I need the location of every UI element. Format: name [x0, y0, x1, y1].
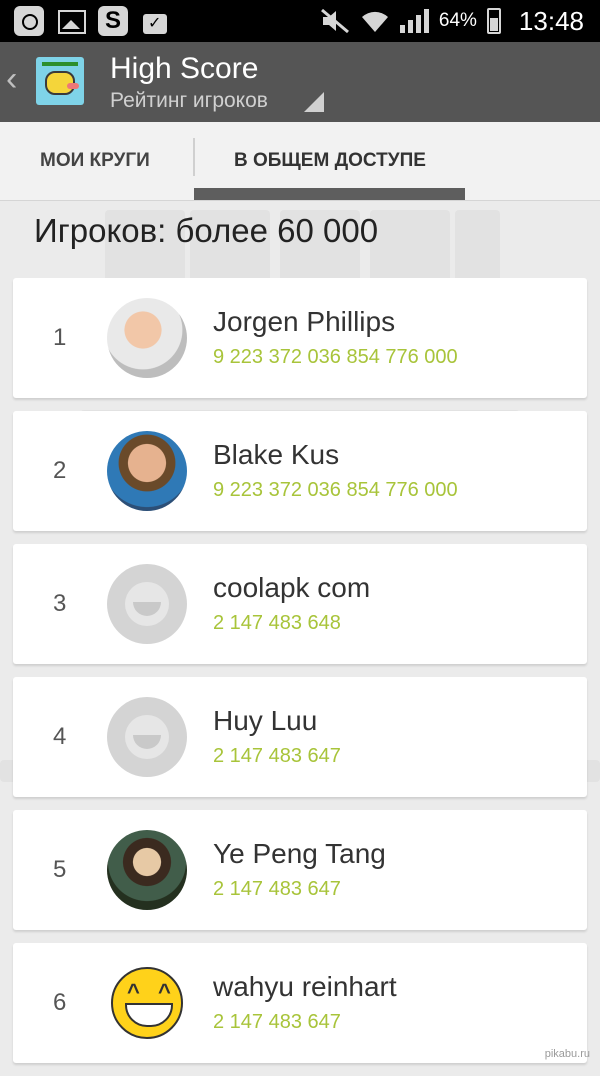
leaderboard-row[interactable]: 2 Blake Kus 9 223 372 036 854 776 000 [13, 411, 587, 531]
tab-divider [193, 138, 195, 176]
avatar[interactable] [107, 298, 187, 378]
rank-number: 4 [53, 723, 67, 750]
rank-number: 1 [53, 324, 67, 351]
leaderboard-row[interactable]: 5 Ye Peng Tang 2 147 483 647 [13, 810, 587, 930]
mute-icon [320, 8, 349, 34]
tab-my-circles[interactable]: МОИ КРУГИ [40, 122, 150, 200]
player-name: Jorgen Phillips [213, 306, 396, 337]
battery-icon [486, 8, 501, 34]
leaderboard-list: 1 Jorgen Phillips 9 223 372 036 854 776 … [13, 278, 587, 1076]
player-score: 2 147 483 647 [213, 878, 341, 900]
tab-selected-indicator [194, 188, 465, 200]
wifi-icon [361, 11, 388, 32]
leaderboard-row[interactable]: 1 Jorgen Phillips 9 223 372 036 854 776 … [13, 278, 587, 398]
rank-number: 5 [53, 856, 67, 883]
player-name: coolapk com [213, 572, 371, 603]
battery-percent: 64% [438, 10, 477, 31]
player-score: 2 147 483 647 [213, 745, 341, 767]
leaderboard-row[interactable]: 6 wahyu reinhart 2 147 483 647 [13, 943, 587, 1063]
watermark: pikabu.ru [544, 1048, 590, 1060]
player-score: 2 147 483 647 [213, 1011, 341, 1033]
leaderboard-row[interactable]: 3 coolapk com 2 147 483 648 [13, 544, 587, 664]
action-bar: ‹ High Score Рейтинг игроков [0, 42, 600, 122]
player-name: Blake Kus [213, 439, 340, 470]
instagram-icon [14, 6, 44, 36]
player-score: 9 223 372 036 854 776 000 [213, 346, 458, 368]
signal-icon [399, 9, 429, 33]
player-name: Ye Peng Tang [213, 838, 386, 869]
leaderboard-row[interactable]: 4 Huy Luu 2 147 483 647 [13, 677, 587, 797]
leaderboard-selector[interactable]: Рейтинг игроков [110, 89, 268, 113]
gallery-icon [56, 6, 86, 36]
default-avatar-icon[interactable] [107, 564, 187, 644]
rank-number: 2 [53, 457, 67, 484]
dropdown-triangle-icon[interactable] [304, 92, 324, 112]
clock: 13:48 [518, 5, 584, 36]
app-title: High Score [110, 52, 259, 85]
player-name: Huy Luu [213, 705, 318, 736]
default-avatar-icon[interactable] [107, 697, 187, 777]
player-name: wahyu reinhart [213, 971, 397, 1002]
avatar[interactable] [107, 830, 187, 910]
s-app-icon: S [98, 6, 128, 36]
rank-number: 3 [53, 590, 67, 617]
smiley-avatar-icon[interactable] [107, 963, 187, 1043]
flappy-bird-icon[interactable] [36, 57, 84, 105]
status-bar: S 64% 13:48 [0, 0, 600, 42]
player-score: 2 147 483 648 [213, 612, 341, 634]
avatar[interactable] [107, 431, 187, 511]
rank-number: 6 [53, 989, 67, 1016]
players-count: Игроков: более 60 000 [34, 212, 379, 249]
chevron-left-icon[interactable]: ‹ [6, 62, 17, 96]
player-score: 9 223 372 036 854 776 000 [213, 479, 458, 501]
shopping-bag-icon [140, 6, 170, 36]
